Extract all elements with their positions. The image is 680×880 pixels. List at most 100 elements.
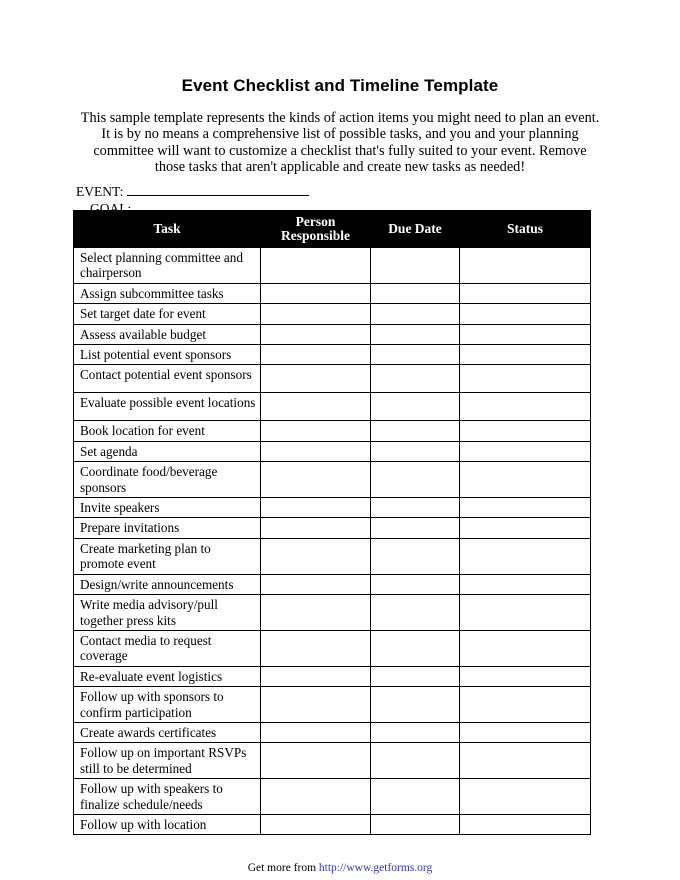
status-cell[interactable] [459,594,591,631]
person-responsible-cell[interactable] [260,594,371,631]
status-cell[interactable] [459,742,591,780]
person-responsible-cell[interactable] [260,629,371,667]
status-cell[interactable] [459,303,591,325]
person-responsible-cell[interactable] [260,282,371,305]
event-goal-fields: EVENT:GOAL: [76,183,596,216]
person-responsible-cell[interactable] [260,247,371,284]
status-cell[interactable] [459,392,591,422]
person-responsible-cell[interactable] [260,497,371,519]
due-date-cell[interactable] [370,594,460,631]
footer-link[interactable]: http://www.getforms.org [319,862,432,874]
person-responsible-cell[interactable] [260,344,371,366]
task-cell: Design/write announcements [73,573,261,596]
status-cell[interactable] [459,461,591,499]
person-responsible-cell[interactable] [260,742,371,780]
due-date-cell[interactable] [370,282,460,305]
table-header-row: Task Person Responsible Due Date Status [73,210,591,248]
task-cell: Contact media to request coverage [73,629,261,667]
status-cell[interactable] [459,517,591,539]
person-responsible-cell[interactable] [260,686,371,723]
due-date-cell[interactable] [370,742,460,780]
status-cell[interactable] [459,778,591,815]
status-cell[interactable] [459,323,591,346]
status-cell[interactable] [459,440,591,463]
due-date-cell[interactable] [370,344,460,366]
person-responsible-cell[interactable] [260,440,371,463]
task-cell: Set target date for event [73,303,261,325]
table-row: Follow up on important RSVPs still to be… [73,742,591,780]
table-row: Write media advisory/pull together press… [73,594,591,631]
status-cell[interactable] [459,537,591,575]
status-cell[interactable] [459,282,591,305]
status-cell[interactable] [459,813,591,836]
due-date-cell[interactable] [370,721,460,744]
column-header-person-line2: Responsible [280,228,351,243]
table-row: Create awards certificates [73,721,591,744]
person-responsible-cell[interactable] [260,461,371,499]
due-date-cell[interactable] [370,665,460,688]
column-header-status: Status [459,210,591,248]
table-row: Prepare invitations [73,517,591,539]
person-responsible-cell[interactable] [260,537,371,575]
table-row: Coordinate food/beverage sponsors [73,461,591,499]
status-cell[interactable] [459,629,591,667]
task-cell: Set agenda [73,440,261,463]
due-date-cell[interactable] [370,392,460,422]
due-date-cell[interactable] [370,497,460,519]
due-date-cell[interactable] [370,420,460,442]
due-date-cell[interactable] [370,573,460,596]
due-date-cell[interactable] [370,440,460,463]
due-date-cell[interactable] [370,629,460,667]
due-date-cell[interactable] [370,323,460,346]
due-date-cell[interactable] [370,537,460,575]
table-row: Assess available budget [73,323,591,346]
due-date-cell[interactable] [370,778,460,815]
task-cell: Create marketing plan to promote event [73,537,261,575]
status-cell[interactable] [459,344,591,366]
person-responsible-cell[interactable] [260,420,371,442]
status-cell[interactable] [459,721,591,744]
due-date-cell[interactable] [370,517,460,539]
person-responsible-cell[interactable] [260,517,371,539]
person-responsible-cell[interactable] [260,573,371,596]
table-row: Follow up with location [73,813,591,836]
table-row: Contact potential event sponsors [73,364,591,394]
task-cell: List potential event sponsors [73,344,261,366]
event-input[interactable] [127,183,310,196]
status-cell[interactable] [459,686,591,723]
column-header-person-responsible: Person Responsible [260,210,371,248]
due-date-cell[interactable] [370,461,460,499]
task-cell: Prepare invitations [73,517,261,539]
status-cell[interactable] [459,665,591,688]
checklist-table-body: Select planning committee and chairperso… [73,247,591,836]
due-date-cell[interactable] [370,303,460,325]
column-header-due-date: Due Date [370,210,460,248]
person-responsible-cell[interactable] [260,813,371,836]
event-field: EVENT: [76,183,310,200]
person-responsible-cell[interactable] [260,665,371,688]
due-date-cell[interactable] [370,686,460,723]
person-responsible-cell[interactable] [260,323,371,346]
task-cell: Create awards certificates [73,721,261,744]
status-cell[interactable] [459,573,591,596]
person-responsible-cell[interactable] [260,303,371,325]
due-date-cell[interactable] [370,813,460,836]
table-row: Invite speakers [73,497,591,519]
task-cell: Contact potential event sponsors [73,364,261,394]
checklist-table: Task Person Responsible Due Date Status … [73,210,591,836]
task-cell: Follow up with location [73,813,261,836]
status-cell[interactable] [459,420,591,442]
due-date-cell[interactable] [370,247,460,284]
task-cell: Follow up on important RSVPs still to be… [73,742,261,780]
person-responsible-cell[interactable] [260,721,371,744]
status-cell[interactable] [459,364,591,394]
task-cell: Assess available budget [73,323,261,346]
person-responsible-cell[interactable] [260,364,371,394]
person-responsible-cell[interactable] [260,778,371,815]
due-date-cell[interactable] [370,364,460,394]
status-cell[interactable] [459,247,591,284]
person-responsible-cell[interactable] [260,392,371,422]
status-cell[interactable] [459,497,591,519]
table-row: Design/write announcements [73,573,591,596]
table-row: Re-evaluate event logistics [73,665,591,688]
